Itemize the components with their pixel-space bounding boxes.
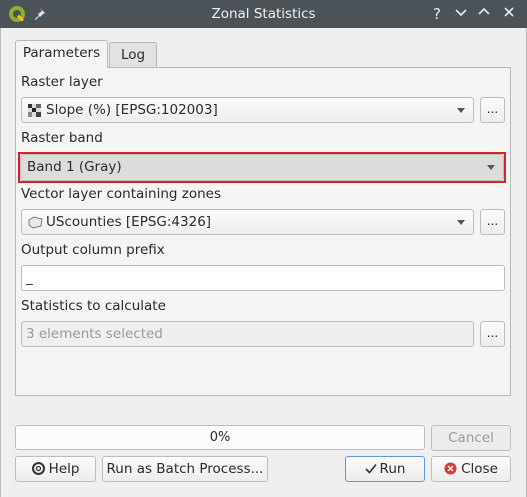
output-prefix-value: _ xyxy=(26,270,33,286)
raster-band-label: Raster band xyxy=(21,130,103,146)
lifebuoy-icon xyxy=(31,459,45,483)
tab-parameters-label: Parameters xyxy=(22,45,101,61)
tab-parameters[interactable]: Parameters xyxy=(15,40,108,68)
raster-layer-icon xyxy=(28,104,41,121)
batch-process-label: Run as Batch Process... xyxy=(106,461,264,477)
chevron-down-icon xyxy=(487,165,495,170)
raster-band-value: Band 1 (Gray) xyxy=(27,159,122,175)
raster-layer-label: Raster layer xyxy=(21,74,103,90)
raster-layer-value: Slope (%) [EPSG:102003] xyxy=(46,102,218,118)
help-title-button[interactable]: ? xyxy=(427,4,447,24)
vector-layer-select[interactable]: UScounties [EPSG:4326] xyxy=(21,209,474,235)
tab-log[interactable]: Log xyxy=(109,42,157,68)
maximize-button[interactable] xyxy=(474,4,494,24)
window-title: Zonal Statistics xyxy=(211,6,316,22)
progress-bar: 0% xyxy=(15,425,425,450)
raster-band-select[interactable]: Band 1 (Gray) xyxy=(20,154,504,181)
close-icon xyxy=(504,7,514,17)
help-button[interactable]: Help xyxy=(15,456,96,482)
help-label: Help xyxy=(48,461,80,477)
cancel-button[interactable]: Cancel xyxy=(431,425,511,451)
tab-log-label: Log xyxy=(120,47,146,63)
chevron-down-icon xyxy=(457,108,465,113)
vector-layer-value: UScounties [EPSG:4326] xyxy=(46,214,212,230)
cancel-label: Cancel xyxy=(448,430,494,446)
raster-layer-browse-button[interactable]: ... xyxy=(480,97,505,123)
check-icon xyxy=(364,458,377,482)
output-prefix-input[interactable]: _ xyxy=(21,265,505,291)
vector-layer-label: Vector layer containing zones xyxy=(21,186,221,202)
batch-process-button[interactable]: Run as Batch Process... xyxy=(102,456,268,482)
chevron-down-icon xyxy=(455,9,467,17)
raster-layer-select[interactable]: Slope (%) [EPSG:102003] xyxy=(21,97,474,123)
close-circle-icon xyxy=(444,459,457,483)
close-label: Close xyxy=(461,461,498,477)
minimize-button[interactable] xyxy=(451,4,471,24)
title-bar: Zonal Statistics ? xyxy=(0,0,527,28)
close-window-button[interactable] xyxy=(499,4,519,24)
progress-text: 0% xyxy=(209,430,231,445)
polygon-layer-icon xyxy=(28,216,43,233)
run-button[interactable]: Run xyxy=(345,456,425,482)
close-button[interactable]: Close xyxy=(431,456,511,482)
chevron-down-icon xyxy=(457,220,465,225)
statistics-browse-button[interactable]: ... xyxy=(480,321,505,347)
statistics-input[interactable]: 3 elements selected xyxy=(21,321,474,347)
run-label: Run xyxy=(379,461,406,477)
vector-layer-browse-button[interactable]: ... xyxy=(480,209,505,235)
statistics-label: Statistics to calculate xyxy=(21,298,166,314)
output-prefix-label: Output column prefix xyxy=(21,242,165,258)
statistics-placeholder: 3 elements selected xyxy=(26,326,163,342)
chevron-up-icon xyxy=(478,7,490,15)
